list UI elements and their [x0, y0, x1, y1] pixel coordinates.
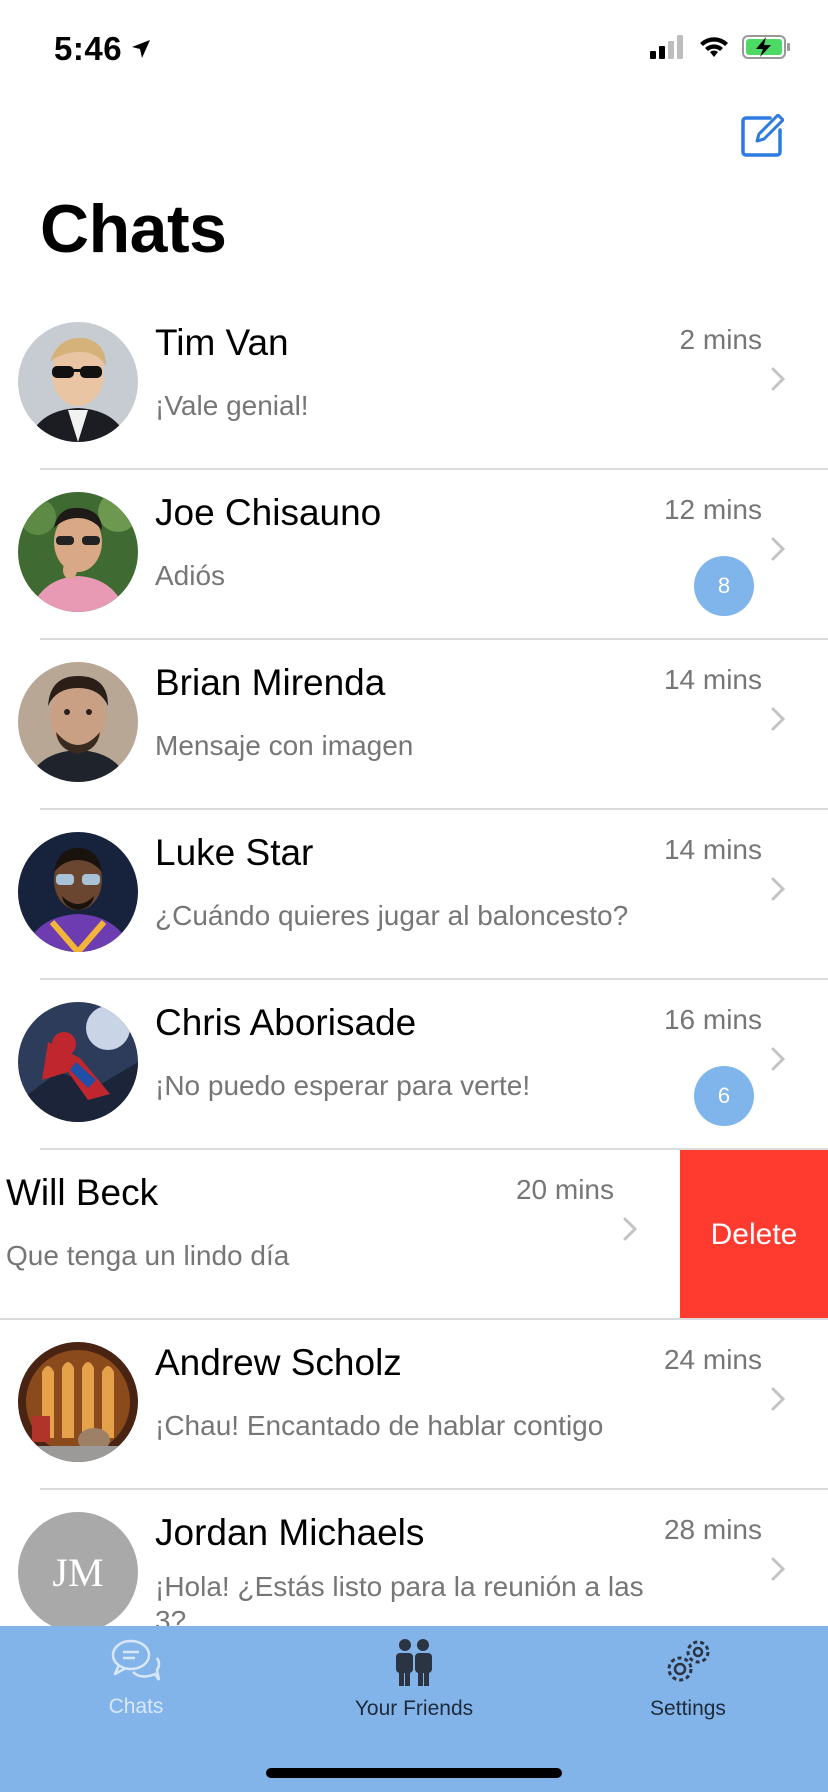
chat-name: Luke Star [155, 832, 314, 873]
delete-button[interactable]: Delete [680, 1150, 828, 1320]
chevron-right-icon [623, 1217, 638, 1241]
chat-row-will-beck[interactable]: Will Beck Que tenga un lindo día 20 mins… [0, 1150, 828, 1320]
chat-name: Chris Aborisade [155, 1002, 417, 1043]
chat-name: Tim Van [155, 322, 289, 363]
chat-time: 28 mins [663, 1514, 762, 1545]
chat-last-message: ¡Vale genial! [155, 390, 309, 421]
chat-time: 20 mins [515, 1174, 614, 1205]
location-arrow-icon [132, 40, 150, 58]
battery-charging-icon [742, 35, 790, 59]
chat-name: Jordan Michaels [155, 1512, 425, 1553]
tab-label: Settings [650, 1697, 726, 1720]
avatar-initials-text: JM [52, 1549, 104, 1595]
chat-row-andrew-scholz[interactable]: Andrew Scholz ¡Chau! Encantado de hablar… [0, 1320, 828, 1490]
wifi-icon [700, 37, 728, 57]
tab-label: Your Friends [354, 1697, 474, 1720]
avatar [18, 662, 138, 782]
chat-time: 14 mins [663, 664, 762, 695]
avatar [18, 492, 138, 612]
chat-row-brian-mirenda[interactable]: Brian Mirenda Mensaje con imagen 14 mins [0, 640, 828, 810]
chevron-right-icon [771, 1047, 786, 1071]
tab-settings[interactable]: Settings [588, 1638, 788, 1721]
chat-row-joe-chisauno[interactable]: Joe Chisauno Adiós 12 mins [0, 470, 828, 640]
chat-last-message: ¡No puedo esperar para verte! [155, 1070, 531, 1101]
chat-name: Will Beck [6, 1172, 159, 1213]
avatar [18, 832, 138, 952]
cellular-signal-icon [650, 35, 683, 59]
avatar [18, 322, 138, 442]
avatar-initials: JM [18, 1512, 138, 1632]
chevron-right-icon [771, 877, 786, 901]
compose-icon[interactable] [740, 114, 784, 158]
page-title: Chats [40, 191, 227, 267]
chat-name: Brian Mirenda [155, 662, 386, 703]
chat-last-message: Mensaje con imagen [155, 730, 414, 761]
chevron-right-icon [771, 537, 786, 561]
home-indicator [266, 1768, 562, 1778]
chevron-right-icon [771, 1557, 786, 1581]
chat-bubbles-icon [111, 1639, 161, 1681]
unread-badge: 6 [694, 1066, 754, 1126]
chat-time: 2 mins [679, 324, 762, 355]
chat-time: 16 mins [663, 1004, 762, 1035]
status-bar: 5:46 [0, 0, 828, 100]
chat-row-tim-van[interactable]: Tim Van ¡Vale genial! 2 mins [0, 300, 828, 470]
avatar [18, 1002, 138, 1122]
friends-icon [396, 1639, 432, 1686]
unread-badge: 8 [694, 556, 754, 616]
chat-last-message: Que tenga un lindo día [6, 1240, 290, 1271]
chat-last-message: ¿Cuándo quieres jugar al baloncesto? [155, 900, 629, 931]
tab-your-friends[interactable]: Your Friends [314, 1638, 514, 1721]
chevron-right-icon [771, 1387, 786, 1411]
avatar [18, 1342, 138, 1462]
chat-last-message: ¡Chau! Encantado de hablar contigo [155, 1410, 604, 1441]
tab-chats[interactable]: Chats [36, 1638, 236, 1719]
chevron-right-icon [771, 367, 786, 391]
chat-row-luke-star[interactable]: Luke Star ¿Cuándo quieres jugar al balon… [0, 810, 828, 980]
chevron-right-icon [771, 707, 786, 731]
chat-name: Joe Chisauno [155, 492, 382, 533]
status-time: 5:46 [54, 30, 123, 67]
chat-name: Andrew Scholz [155, 1342, 402, 1383]
status-indicators [650, 34, 792, 60]
chat-last-message: Adiós [155, 560, 226, 591]
chat-time: 12 mins [663, 494, 762, 525]
gears-icon [667, 1640, 710, 1682]
chat-time: 24 mins [663, 1344, 762, 1375]
chat-row-chris-aborisade[interactable]: Chris Aborisade ¡No puedo esperar para v… [0, 980, 828, 1150]
chat-time: 14 mins [663, 834, 762, 865]
tab-label: Chats [108, 1695, 164, 1718]
